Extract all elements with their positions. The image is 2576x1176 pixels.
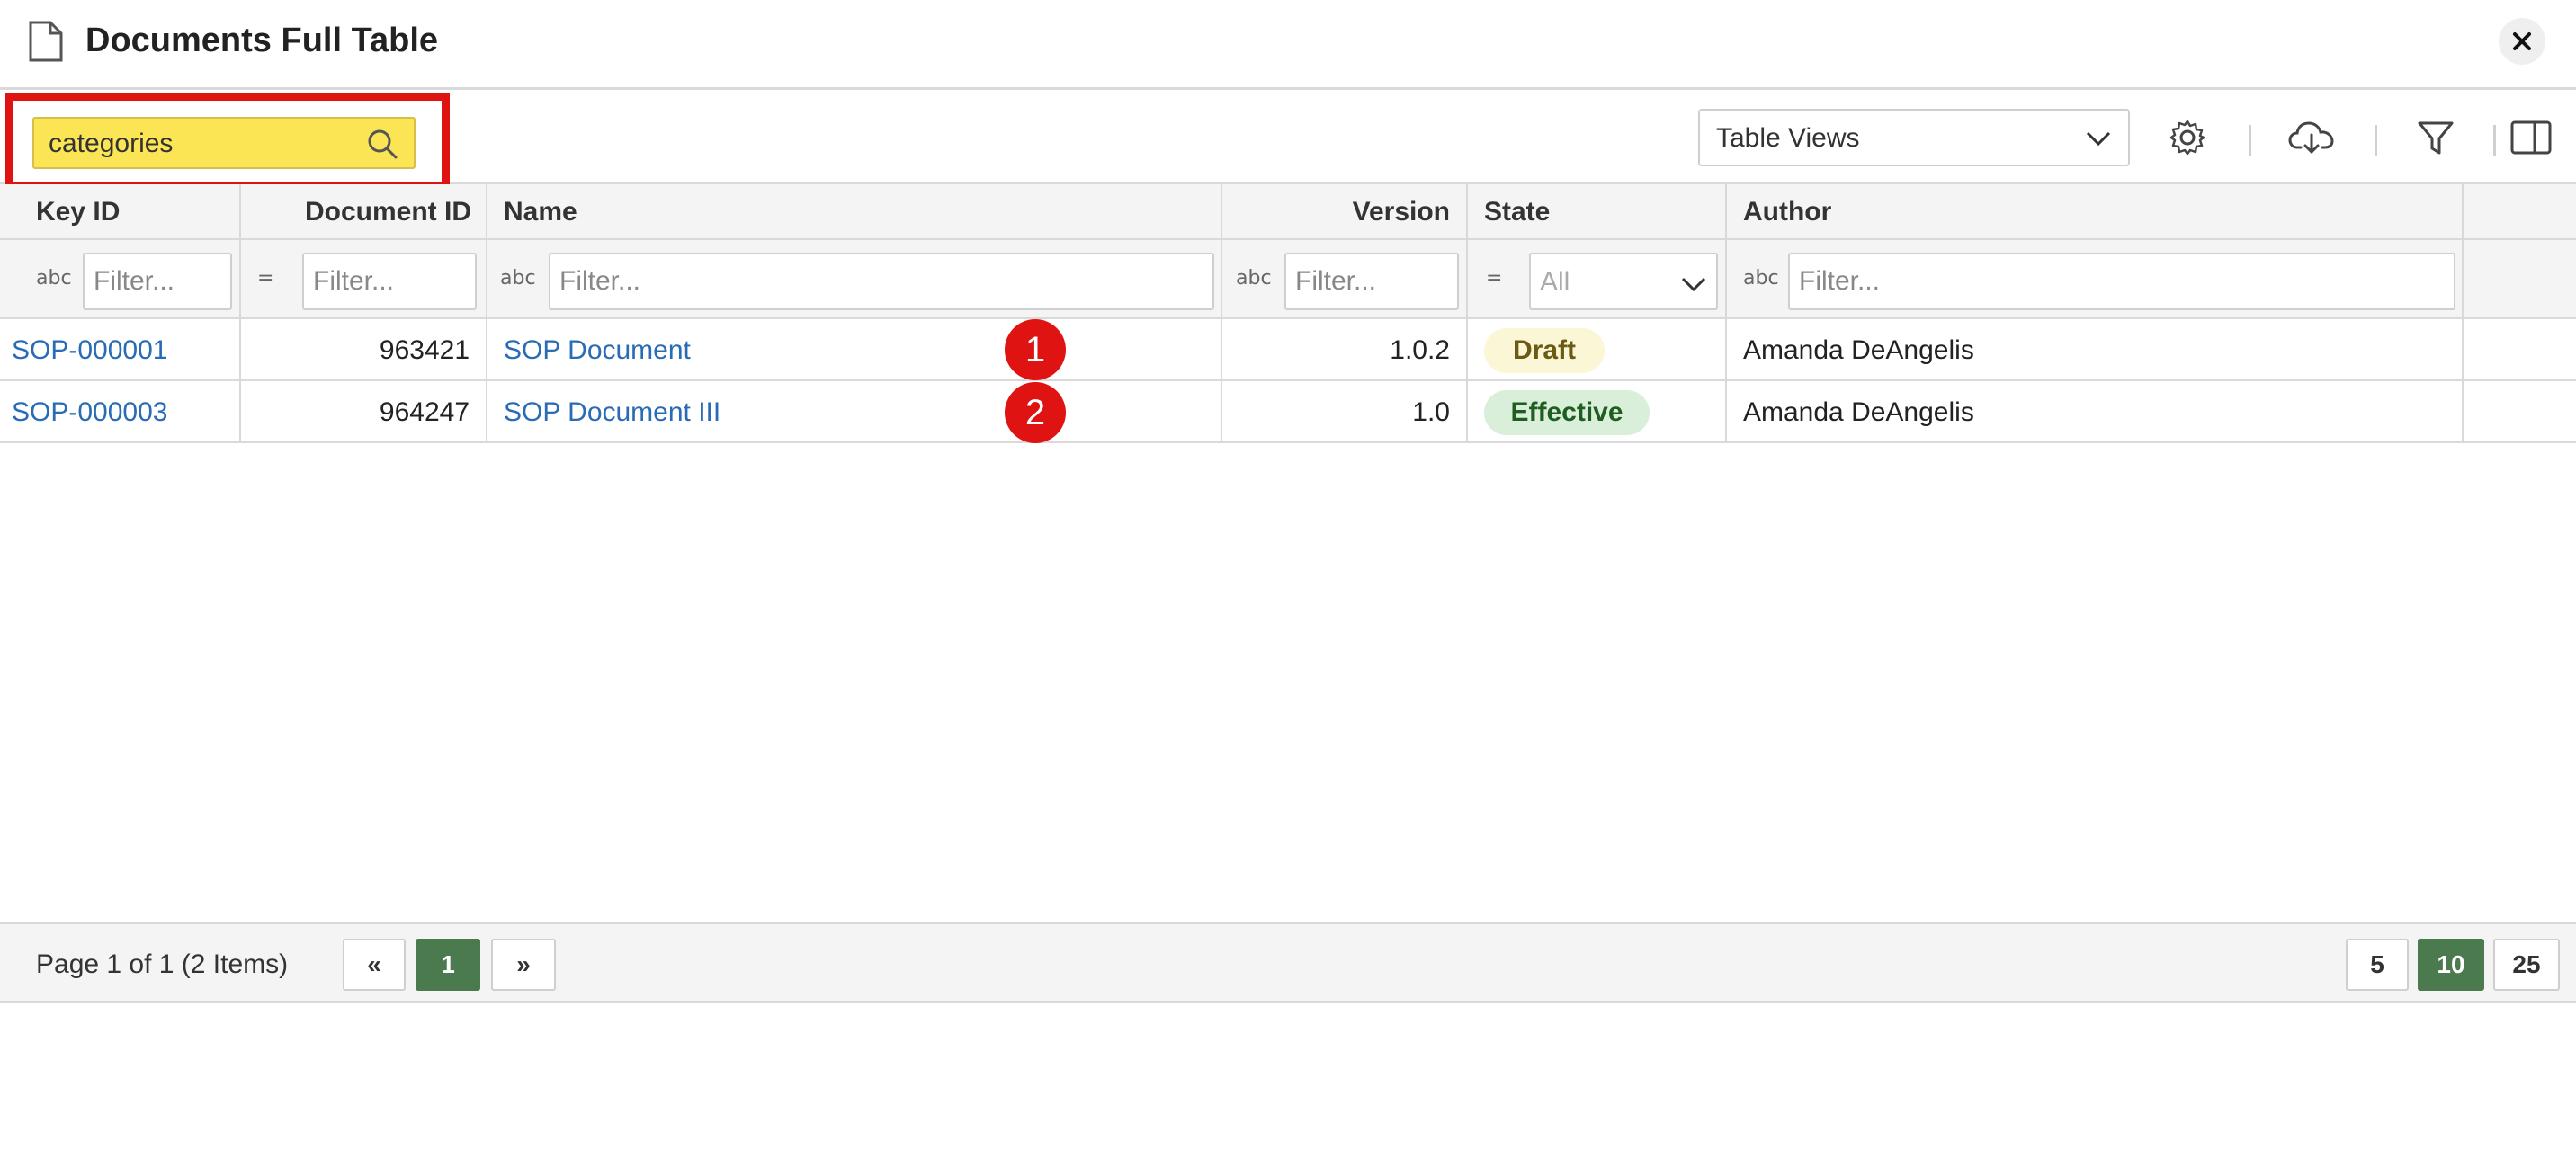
step-marker: 2 bbox=[1005, 382, 1066, 443]
table-header-row: Key ID Document ID Name Version State Au… bbox=[0, 184, 2576, 240]
pagination-bar: Page 1 of 1 (2 Items) « 1 » 5 10 25 bbox=[0, 922, 2576, 1003]
page-1-button[interactable]: 1 bbox=[416, 939, 480, 991]
state-filter-select[interactable]: All bbox=[1529, 253, 1718, 310]
toolbar-divider bbox=[2493, 125, 2496, 156]
previous-page-button[interactable]: « bbox=[343, 939, 406, 991]
settings-button[interactable] bbox=[2162, 112, 2213, 163]
column-divider[interactable] bbox=[486, 184, 487, 441]
equals-filter-type-icon[interactable]: = bbox=[257, 267, 273, 290]
text-filter-type-icon[interactable]: abc bbox=[1236, 267, 1272, 290]
table-row[interactable]: SOP-000001 963421 SOP Document 1 1.0.2 D… bbox=[0, 319, 2576, 381]
column-divider[interactable] bbox=[239, 184, 241, 441]
column-header-name[interactable]: Name bbox=[504, 197, 577, 227]
close-button[interactable] bbox=[2499, 18, 2545, 65]
text-filter-type-icon[interactable]: abc bbox=[500, 267, 536, 290]
equals-filter-type-icon[interactable]: = bbox=[1486, 267, 1502, 290]
column-header-key-id[interactable]: Key ID bbox=[36, 197, 120, 227]
text-filter-type-icon[interactable]: abc bbox=[36, 267, 72, 290]
page-size-10-button[interactable]: 10 bbox=[2418, 939, 2484, 991]
filter-icon bbox=[2418, 121, 2454, 155]
download-button[interactable] bbox=[2286, 112, 2337, 163]
column-header-version[interactable]: Version bbox=[1223, 197, 1450, 227]
name-filter-input[interactable] bbox=[549, 253, 1214, 310]
search-input[interactable] bbox=[49, 126, 354, 162]
chevron-down-icon bbox=[2086, 131, 2111, 147]
status-badge: Draft bbox=[1484, 328, 1605, 373]
table-toolbar: Table Views bbox=[0, 93, 2576, 190]
page-size-5-button[interactable]: 5 bbox=[2346, 939, 2409, 991]
version-filter-input[interactable] bbox=[1284, 253, 1459, 310]
column-divider[interactable] bbox=[1466, 184, 1468, 441]
column-panel-button[interactable] bbox=[2506, 112, 2556, 163]
status-badge: Effective bbox=[1484, 390, 1650, 435]
key-id-filter-input[interactable] bbox=[83, 253, 232, 310]
table-views-label: Table Views bbox=[1716, 123, 1860, 153]
page-size-25-button[interactable]: 25 bbox=[2493, 939, 2560, 991]
toolbar-divider bbox=[2249, 125, 2251, 156]
step-marker: 1 bbox=[1005, 319, 1066, 380]
search-field[interactable] bbox=[32, 117, 416, 169]
search-icon[interactable] bbox=[365, 127, 399, 161]
table-views-dropdown[interactable]: Table Views bbox=[1698, 109, 2130, 166]
next-page-button[interactable]: » bbox=[491, 939, 556, 991]
dialog-title: Documents Full Table bbox=[85, 22, 439, 59]
cloud-download-icon bbox=[2288, 121, 2334, 154]
key-id-link[interactable]: SOP-000001 bbox=[12, 335, 167, 366]
column-header-document-id[interactable]: Document ID bbox=[243, 197, 471, 227]
document-id-cell: 963421 bbox=[379, 335, 470, 365]
document-id-filter-input[interactable] bbox=[302, 253, 477, 310]
filter-row: abc = abc abc = All abc bbox=[0, 240, 2576, 319]
toolbar-divider bbox=[2375, 125, 2377, 156]
author-cell: Amanda DeAngelis bbox=[1743, 335, 1974, 365]
key-id-link[interactable]: SOP-000003 bbox=[12, 397, 167, 428]
state-filter-value: All bbox=[1540, 267, 1570, 297]
page-info: Page 1 of 1 (2 Items) bbox=[36, 949, 289, 979]
split-panel-icon bbox=[2510, 120, 2552, 155]
column-header-state[interactable]: State bbox=[1484, 197, 1550, 227]
gear-icon bbox=[2169, 120, 2205, 156]
author-filter-input[interactable] bbox=[1788, 253, 2455, 310]
table-row[interactable]: SOP-000003 964247 SOP Document III 2 1.0… bbox=[0, 381, 2576, 443]
document-id-cell: 964247 bbox=[379, 397, 470, 427]
chevron-down-icon bbox=[1681, 277, 1706, 292]
author-cell: Amanda DeAngelis bbox=[1743, 397, 1974, 427]
column-divider[interactable] bbox=[1725, 184, 1727, 441]
column-divider[interactable] bbox=[1221, 184, 1222, 441]
column-divider[interactable] bbox=[2462, 184, 2464, 441]
text-filter-type-icon[interactable]: abc bbox=[1743, 267, 1779, 290]
document-name-link[interactable]: SOP Document III bbox=[504, 397, 720, 428]
column-header-author[interactable]: Author bbox=[1743, 197, 1831, 227]
document-name-link[interactable]: SOP Document bbox=[504, 335, 691, 366]
close-icon bbox=[2513, 32, 2531, 50]
filter-button[interactable] bbox=[2411, 112, 2461, 163]
version-cell: 1.0 bbox=[1412, 397, 1450, 427]
version-cell: 1.0.2 bbox=[1390, 335, 1450, 365]
document-icon bbox=[29, 21, 63, 62]
dialog-header: Documents Full Table bbox=[0, 0, 2576, 90]
